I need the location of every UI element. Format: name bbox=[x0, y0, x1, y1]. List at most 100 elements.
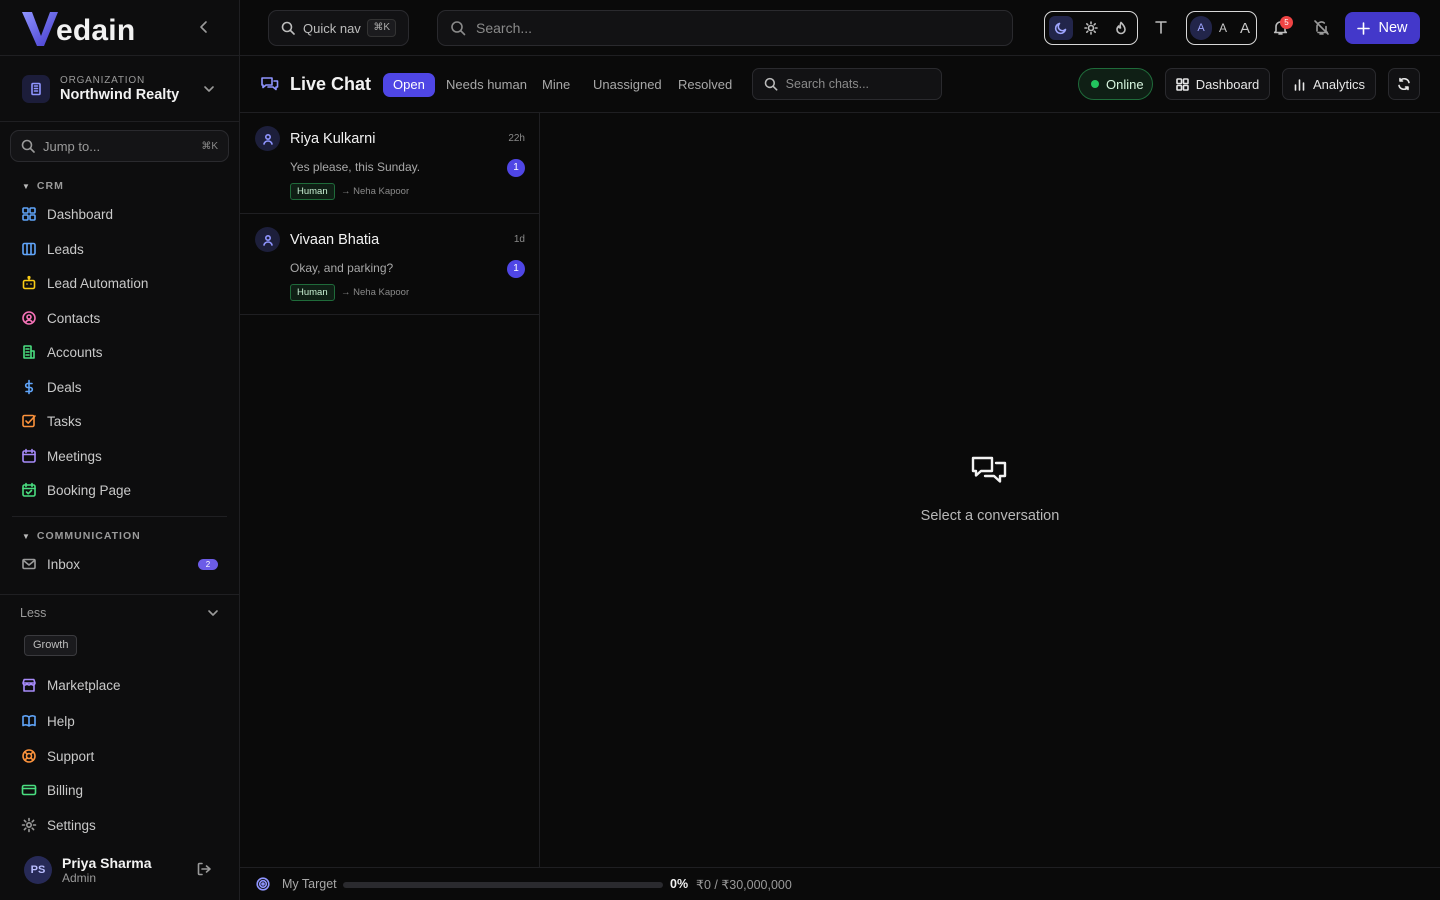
last-message: Okay, and parking? bbox=[290, 261, 394, 275]
sidebar-item-tasks[interactable]: Tasks bbox=[12, 406, 226, 436]
sidebar-item-inbox[interactable]: Inbox 2 bbox=[12, 549, 226, 579]
search-icon bbox=[764, 77, 778, 91]
list-item[interactable]: Vivaan Bhatia 1d Okay, and parking? 1 Hu… bbox=[240, 214, 539, 315]
building-icon bbox=[23, 345, 35, 359]
font-size-small[interactable]: A bbox=[1190, 16, 1212, 40]
tab-unassigned[interactable]: Unassigned bbox=[583, 73, 672, 97]
sidebar-item-label: Dashboard bbox=[47, 206, 114, 222]
organization-caption: ORGANIZATION bbox=[60, 75, 145, 86]
assignee: → Neha Kapoor bbox=[341, 186, 410, 197]
sidebar-item-marketplace[interactable]: Marketplace bbox=[12, 670, 226, 700]
tab-needs-human[interactable]: Needs human bbox=[436, 73, 537, 97]
font-icon[interactable] bbox=[1152, 18, 1170, 36]
tab-resolved[interactable]: Resolved bbox=[668, 73, 742, 97]
notification-count-badge: 5 bbox=[1280, 16, 1293, 29]
logout-icon[interactable] bbox=[196, 861, 212, 877]
sun-icon[interactable] bbox=[1079, 16, 1103, 40]
chevron-down-icon bbox=[208, 610, 218, 616]
list-item[interactable]: Riya Kulkarni 22h Yes please, this Sunda… bbox=[240, 113, 539, 214]
tab-open[interactable]: Open bbox=[383, 73, 435, 97]
section-toggle-communication[interactable]: ▼ COMMUNICATION bbox=[22, 530, 141, 542]
sidebar-item-label: Lead Automation bbox=[47, 275, 149, 291]
sidebar-item-dashboard[interactable]: Dashboard bbox=[12, 199, 226, 229]
section-toggle-crm[interactable]: ▼ CRM bbox=[22, 180, 64, 192]
flame-icon[interactable] bbox=[1109, 16, 1133, 40]
sidebar-item-support[interactable]: Support bbox=[12, 741, 226, 771]
sidebar-item-label: Tasks bbox=[47, 413, 82, 429]
moon-icon[interactable] bbox=[1049, 16, 1073, 40]
lifebuoy-icon bbox=[22, 749, 36, 763]
sidebar-item-settings[interactable]: Settings bbox=[12, 810, 226, 840]
font-size-switcher: A A A bbox=[1186, 11, 1257, 45]
chat-search-input[interactable] bbox=[785, 77, 941, 91]
sidebar-item-label: Settings bbox=[47, 817, 96, 833]
top-bar: Quick nav ⌘K A A A 5 New bbox=[240, 0, 1440, 56]
font-size-medium[interactable]: A bbox=[1212, 16, 1234, 40]
sidebar-item-help[interactable]: Help bbox=[12, 706, 226, 736]
user-profile[interactable]: PS Priya Sharma Admin bbox=[24, 855, 152, 885]
section-title: COMMUNICATION bbox=[36, 530, 141, 542]
divider bbox=[12, 516, 227, 517]
sidebar-item-label: Deals bbox=[47, 379, 82, 395]
quick-nav-label: Quick nav bbox=[303, 20, 361, 36]
columns-icon bbox=[22, 242, 36, 256]
chat-search[interactable] bbox=[752, 68, 942, 100]
bot-icon bbox=[22, 275, 36, 290]
sidebar-item-lead-automation[interactable]: Lead Automation bbox=[12, 268, 226, 298]
divider bbox=[0, 55, 240, 56]
section-title: CRM bbox=[36, 180, 64, 192]
sidebar-item-label: Inbox bbox=[47, 556, 81, 572]
analytics-button[interactable]: Analytics bbox=[1282, 68, 1376, 100]
checkbox-icon bbox=[22, 414, 36, 428]
sidebar-item-label: Leads bbox=[47, 241, 84, 257]
tab-mine[interactable]: Mine bbox=[532, 73, 580, 97]
conversation-list: Riya Kulkarni 22h Yes please, this Sunda… bbox=[240, 113, 540, 867]
sidebar-footer: Less Growth Marketplace Help Support Bil… bbox=[0, 594, 239, 900]
show-less-toggle[interactable]: Less bbox=[20, 606, 220, 620]
triangle-down-icon: ▼ bbox=[22, 181, 31, 191]
book-icon bbox=[22, 715, 36, 727]
page-title-text: Live Chat bbox=[290, 74, 372, 94]
sidebar-item-deals[interactable]: Deals bbox=[12, 372, 226, 402]
sidebar-item-billing[interactable]: Billing bbox=[12, 775, 226, 805]
sidebar-item-label: Booking Page bbox=[47, 482, 132, 498]
refresh-button[interactable] bbox=[1388, 68, 1420, 100]
card-icon bbox=[21, 784, 37, 796]
sidebar-item-contacts[interactable]: Contacts bbox=[12, 303, 226, 333]
store-icon bbox=[22, 678, 36, 692]
bell-off-icon[interactable] bbox=[1313, 19, 1330, 36]
timestamp: 22h bbox=[508, 133, 525, 144]
sidebar-item-leads[interactable]: Leads bbox=[12, 234, 226, 264]
brand-logo[interactable]: edain bbox=[20, 8, 135, 48]
sidebar-item-accounts[interactable]: Accounts bbox=[12, 337, 226, 367]
sidebar-item-label: Help bbox=[47, 713, 75, 729]
user-name: Priya Sharma bbox=[62, 855, 152, 871]
global-search[interactable] bbox=[437, 10, 1013, 46]
jump-to-shortcut: ⌘K bbox=[201, 140, 218, 152]
sidebar-item-label: Support bbox=[47, 748, 95, 764]
online-status-toggle[interactable]: Online bbox=[1078, 68, 1153, 100]
new-button[interactable]: New bbox=[1345, 12, 1420, 44]
dollar-icon bbox=[24, 379, 34, 395]
status-badge: Human bbox=[290, 284, 335, 301]
sidebar-item-booking-page[interactable]: Booking Page bbox=[12, 475, 226, 505]
bar-chart-icon bbox=[1294, 78, 1305, 91]
dashboard-button[interactable]: Dashboard bbox=[1165, 68, 1270, 100]
user-icon bbox=[255, 227, 280, 252]
collapse-sidebar-icon[interactable] bbox=[196, 19, 212, 35]
search-icon bbox=[281, 21, 295, 35]
global-search-input[interactable] bbox=[476, 20, 982, 36]
sidebar-item-meetings[interactable]: Meetings bbox=[12, 441, 226, 471]
organization-switcher[interactable]: ORGANIZATION Northwind Realty bbox=[12, 64, 228, 114]
gear-icon bbox=[21, 817, 37, 833]
jump-to-input[interactable]: Jump to... ⌘K bbox=[10, 130, 229, 162]
contact-name: Riya Kulkarni bbox=[290, 131, 376, 147]
inbox-count-badge: 2 bbox=[198, 558, 218, 570]
brand-logo-mark bbox=[22, 12, 58, 46]
empty-state-message: Select a conversation bbox=[920, 508, 1060, 524]
quick-nav-button[interactable]: Quick nav ⌘K bbox=[268, 10, 409, 46]
organization-name: Northwind Realty bbox=[60, 87, 180, 103]
avatar: PS bbox=[24, 856, 52, 884]
font-size-large[interactable]: A bbox=[1234, 16, 1256, 40]
building-icon bbox=[22, 75, 50, 103]
